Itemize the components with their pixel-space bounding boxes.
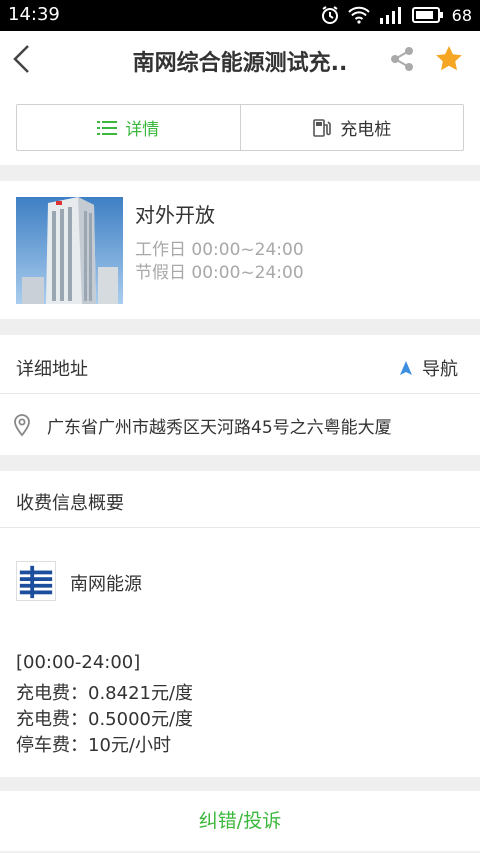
address-text: 广东省广州市越秀区天河路45号之六粤能大厦 [47, 418, 392, 438]
navigate-label: 导航 [422, 359, 458, 380]
tab-details[interactable]: 详情 [17, 105, 240, 150]
report-error-button[interactable]: 纠错/投诉 [0, 791, 480, 851]
company-logo [16, 561, 56, 601]
tab-charging-piles[interactable]: 充电桩 [239, 105, 464, 150]
share-icon[interactable] [388, 45, 416, 73]
divider [0, 527, 480, 528]
location-pin-icon [14, 414, 30, 437]
charge-fee-2: 充电费：0.5000元/度 [16, 709, 194, 730]
alarm-icon [321, 6, 338, 24]
wifi-icon [347, 6, 370, 24]
station-card: 对外开放 工作日 00:00~24:00 节假日 00:00~24:00 [0, 181, 480, 319]
workday-hours: 工作日 00:00~24:00 [135, 240, 304, 260]
signal-icon [379, 7, 401, 24]
charging-pile-icon [313, 118, 332, 137]
list-icon [97, 120, 118, 135]
divider [0, 393, 480, 394]
fee-time-range: [00:00-24:00] [16, 652, 141, 673]
charge-fee-1: 充电费：0.8421元/度 [16, 683, 194, 704]
company-name: 南网能源 [70, 574, 142, 595]
star-icon[interactable] [434, 44, 464, 74]
tab-bar-container: 详情 充电桩 [0, 87, 480, 165]
address-card: 详细地址 导航 广东省广州市越秀区天河路45号之六粤能大厦 [0, 335, 480, 455]
tab-details-label: 详情 [125, 120, 160, 140]
tab-charging-piles-label: 充电桩 [340, 120, 392, 140]
open-status: 对外开放 [135, 203, 215, 227]
address-heading: 详细地址 [16, 359, 88, 380]
tab-bar: 详情 充电桩 [16, 104, 464, 151]
chevron-left-icon[interactable] [8, 43, 36, 75]
navigate-button[interactable]: 导航 [400, 355, 458, 381]
status-bar: 14:39 68 [0, 0, 480, 31]
battery-icon [411, 7, 443, 23]
page-title: 南网综合能源测试充.. [132, 51, 348, 76]
parking-fee: 停车费：10元/小时 [16, 735, 171, 756]
holiday-hours: 节假日 00:00~24:00 [135, 263, 304, 283]
navigation-arrow-icon [400, 361, 412, 375]
station-photo [16, 197, 123, 304]
battery-level: 68 [451, 5, 472, 25]
fee-card: 收费信息概要 南网能源 [00:00-24:00] 充电费：0.8421元/度 … [0, 471, 480, 777]
status-time: 14:39 [8, 4, 60, 25]
app-header: 南网综合能源测试充.. [0, 31, 480, 87]
fee-heading: 收费信息概要 [16, 493, 124, 514]
